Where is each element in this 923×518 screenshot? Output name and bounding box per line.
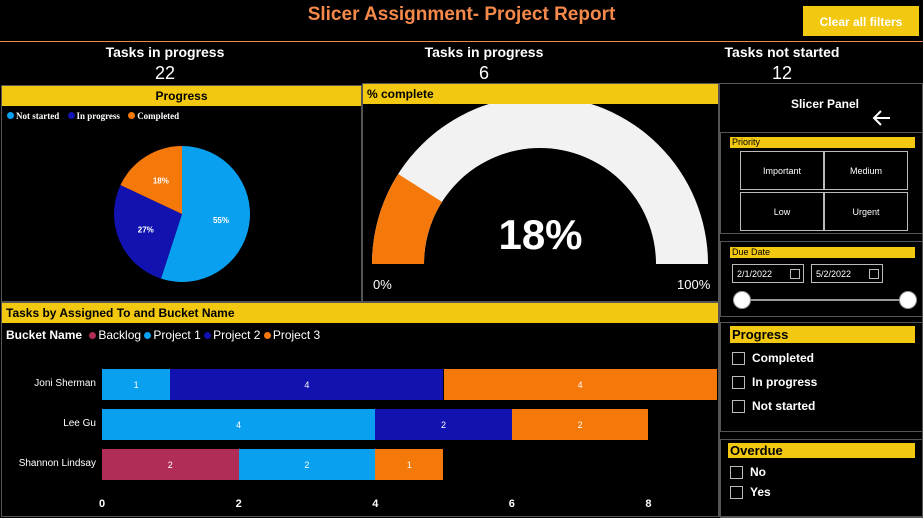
slicer-panel-title: Slicer Panel (790, 97, 860, 111)
overdue-slicer: Overdue No Yes (720, 439, 923, 518)
pie-data-label: 18% (153, 177, 169, 186)
due-date-slicer-title: Due Date (730, 247, 915, 258)
pie-data-label: 55% (213, 216, 229, 225)
pie-legend: Not started In progress Completed (7, 111, 179, 121)
pie-data-label: 27% (138, 226, 154, 235)
date-range-start-handle[interactable] (733, 291, 751, 309)
date-range-track[interactable] (741, 299, 907, 301)
x-axis-tick: 8 (645, 498, 652, 510)
progress-panel: Progress Not started In progress Complet… (1, 85, 362, 302)
bar-category-label: Lee Gu (63, 418, 96, 429)
legend-item[interactable]: In progress (67, 111, 120, 121)
priority-option-important[interactable]: Important (740, 151, 824, 190)
gauge-min-label: 0% (373, 277, 392, 292)
slicer-panel: Slicer Panel Priority Important Medium L… (719, 83, 923, 518)
gauge-value: 18% (498, 211, 583, 258)
bar-segment[interactable]: 4 (170, 369, 444, 400)
report-title: Slicer Assignment- Project Report (307, 4, 616, 25)
progress-option-completed[interactable]: Completed (732, 346, 814, 370)
calendar-icon[interactable] (790, 269, 800, 279)
bar-segment[interactable]: 2 (102, 449, 239, 480)
priority-option-low[interactable]: Low (740, 192, 824, 231)
kpi-label: Tasks in progress (424, 44, 544, 60)
kpi-label: Tasks in progress (105, 44, 225, 60)
bar-segment[interactable]: 2 (238, 449, 376, 480)
clear-all-filters-button[interactable]: Clear all filters (803, 6, 919, 36)
bar-category-label: Shannon Lindsay (18, 458, 96, 469)
header-divider (0, 41, 923, 42)
legend-dot-icon (7, 112, 14, 119)
bar-segment[interactable]: 4 (443, 369, 717, 400)
x-axis-tick: 6 (508, 498, 515, 510)
progress-slicer-title: Progress (730, 326, 915, 343)
checkbox-icon[interactable] (732, 376, 745, 390)
end-date-input[interactable]: 5/2/2022 (811, 264, 883, 283)
tasks-bar-chart: Joni Sherman 1 4 4 Lee Gu 4 2 2 Shannon Lindsay 2… (2, 303, 718, 516)
back-arrow-icon[interactable] (872, 109, 892, 127)
bar-segment[interactable]: 2 (375, 409, 512, 440)
calendar-icon[interactable] (869, 269, 879, 279)
progress-option-in-progress[interactable]: In progress (732, 370, 817, 394)
checkbox-icon[interactable] (732, 352, 745, 366)
bar-segment[interactable]: 1 (102, 369, 171, 400)
progress-slicer: Progress Completed In progress Not start… (720, 322, 923, 432)
x-axis-tick: 2 (235, 498, 242, 510)
bar-segment[interactable]: 1 (375, 449, 444, 480)
priority-option-medium[interactable]: Medium (824, 151, 908, 190)
checkbox-icon[interactable] (732, 400, 745, 414)
bar-category-label: Joni Sherman (34, 378, 96, 389)
overdue-option-yes[interactable]: Yes (730, 480, 771, 504)
percent-complete-title: % complete (363, 84, 718, 104)
due-date-slicer: Due Date 2/1/2022 5/2/2022 (720, 241, 923, 317)
legend-dot-icon (67, 112, 75, 119)
legend-dot-icon (128, 112, 136, 119)
percent-complete-panel: % complete 18% 0% 100% (362, 83, 719, 302)
priority-slicer-title: Priority (730, 137, 915, 148)
start-date-input[interactable]: 2/1/2022 (732, 264, 804, 283)
bar-segment[interactable]: 4 (102, 409, 376, 440)
kpi-value: 6 (478, 63, 489, 83)
progress-pie-chart: 55% 27% 18% (113, 146, 251, 282)
priority-slicer: Priority Important Medium Low Urgent (720, 132, 923, 234)
progress-option-not-started[interactable]: Not started (732, 394, 815, 418)
tasks-bar-panel: Tasks by Assigned To and Bucket Name Buc… (1, 302, 719, 517)
progress-panel-title: Progress (2, 86, 361, 106)
x-axis-tick: 0 (99, 498, 106, 510)
kpi-label: Tasks not started (724, 44, 840, 60)
x-axis-tick: 4 (372, 498, 379, 510)
date-range-end-handle[interactable] (899, 291, 917, 309)
legend-item[interactable]: Completed (128, 111, 179, 121)
priority-option-urgent[interactable]: Urgent (824, 192, 908, 231)
checkbox-icon[interactable] (730, 486, 743, 500)
kpi-value: 22 (154, 63, 176, 83)
gauge-max-label: 100% (677, 277, 711, 292)
legend-item[interactable]: Not started (7, 111, 59, 121)
overdue-slicer-title: Overdue (728, 443, 915, 458)
percent-complete-gauge (372, 104, 708, 264)
kpi-value: 12 (771, 63, 793, 83)
bar-segment[interactable]: 2 (511, 409, 649, 440)
checkbox-icon[interactable] (730, 466, 743, 480)
